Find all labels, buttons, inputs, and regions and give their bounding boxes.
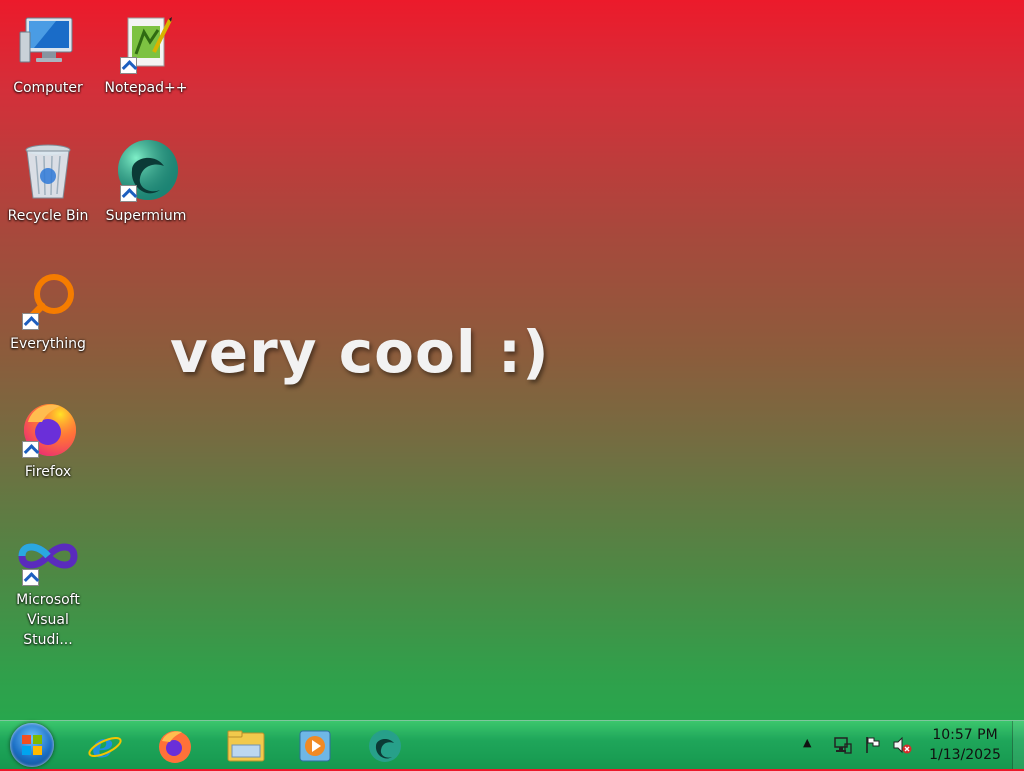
- file-explorer-icon: [227, 730, 265, 762]
- computer-icon: [16, 12, 80, 76]
- desktop-icon-label: Supermium: [105, 208, 187, 224]
- volume-muted-icon[interactable]: [892, 735, 912, 755]
- network-icon[interactable]: [832, 735, 852, 755]
- clock-time: 10:57 PM: [932, 727, 998, 743]
- taskbar-supermium[interactable]: [354, 723, 414, 767]
- windows-logo-icon: [22, 735, 42, 755]
- shortcut-arrow-icon: [22, 441, 39, 458]
- system-clock[interactable]: 10:57 PM 1/13/2025: [922, 725, 1008, 765]
- show-hidden-icons-button[interactable]: ▲: [803, 736, 823, 756]
- supermium-icon: [114, 140, 178, 204]
- shortcut-arrow-icon: [22, 569, 39, 586]
- taskbar: e ▲ 10:57 PM 1/13/2025: [0, 720, 1024, 769]
- shortcut-arrow-icon: [22, 313, 39, 330]
- desktop-icon-everything[interactable]: Everything: [0, 260, 96, 354]
- action-center-flag-icon[interactable]: [863, 735, 883, 755]
- desktop-icon-supermium[interactable]: Supermium: [98, 132, 194, 226]
- desktop-overlay-text: very cool :): [170, 318, 550, 386]
- desktop-icon-label: Computer: [13, 80, 83, 96]
- desktop-icon-firefox[interactable]: Firefox: [0, 388, 96, 482]
- supermium-icon: [369, 730, 401, 762]
- visual-studio-icon: [16, 524, 80, 588]
- recycle-bin-icon: [16, 140, 80, 204]
- clock-date: 1/13/2025: [929, 747, 1001, 763]
- everything-search-icon: [16, 268, 80, 332]
- desktop-icon-notepadpp[interactable]: Notepad++: [98, 4, 194, 98]
- taskbar-internet-explorer[interactable]: e: [74, 723, 134, 767]
- desktop-icon-label: Everything: [10, 336, 86, 352]
- desktop-icon-label: Firefox: [24, 464, 72, 480]
- desktop-icon-computer[interactable]: Computer: [0, 4, 96, 98]
- start-button[interactable]: [10, 723, 54, 767]
- media-player-icon: [299, 730, 331, 762]
- taskbar-firefox[interactable]: [144, 723, 204, 767]
- desktop-icon-label: Microsoft Visual Studi...: [16, 592, 80, 648]
- shortcut-arrow-icon: [120, 185, 137, 202]
- taskbar-file-explorer[interactable]: [214, 723, 274, 767]
- notepadpp-icon: [114, 12, 178, 76]
- desktop-icon-label: Recycle Bin: [7, 208, 89, 224]
- desktop-icon-recycle-bin[interactable]: Recycle Bin: [0, 132, 96, 226]
- firefox-icon: [159, 731, 191, 763]
- desktop-icon-visual-studio[interactable]: Microsoft Visual Studi...: [0, 516, 96, 650]
- firefox-icon: [16, 396, 80, 460]
- shortcut-arrow-icon: [120, 57, 137, 74]
- desktop: Computer Notepad++ Recycle Bin Supermium…: [0, 0, 1024, 720]
- taskbar-media-player[interactable]: [284, 723, 344, 767]
- show-desktop-button[interactable]: [1012, 721, 1024, 769]
- desktop-icon-label: Notepad++: [104, 80, 188, 96]
- internet-explorer-icon: e: [88, 727, 122, 765]
